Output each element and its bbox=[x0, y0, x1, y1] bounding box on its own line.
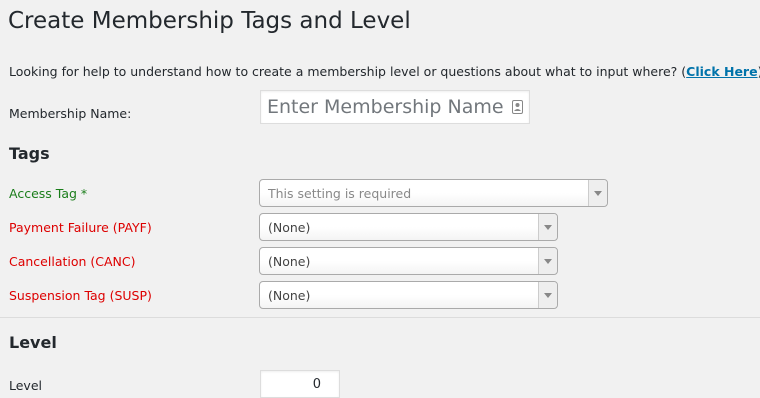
access-tag-value: This setting is required bbox=[268, 185, 412, 201]
membership-name-label: Membership Name: bbox=[9, 106, 132, 121]
membership-name-placeholder: Enter Membership Name bbox=[267, 96, 504, 118]
suspension-tag-value: (None) bbox=[268, 287, 311, 303]
chevron-down-icon[interactable] bbox=[538, 248, 557, 274]
help-link[interactable]: Click Here bbox=[686, 64, 757, 79]
payment-failure-select[interactable]: (None) bbox=[259, 213, 558, 241]
level-label: Level bbox=[9, 378, 42, 393]
cancellation-label: Cancellation (CANC) bbox=[9, 254, 136, 269]
chevron-down-icon[interactable] bbox=[588, 180, 607, 206]
help-text: Looking for help to understand how to cr… bbox=[9, 64, 760, 79]
required-mark: * bbox=[76, 186, 88, 201]
access-tag-select[interactable]: This setting is required bbox=[259, 179, 608, 207]
tags-heading: Tags bbox=[9, 144, 50, 163]
cancellation-value: (None) bbox=[268, 253, 311, 269]
suspension-tag-label: Suspension Tag (SUSP) bbox=[9, 288, 152, 303]
level-input[interactable]: 0 bbox=[260, 370, 340, 398]
page-title: Create Membership Tags and Level bbox=[8, 8, 411, 34]
level-heading: Level bbox=[9, 333, 57, 352]
suspension-tag-select[interactable]: (None) bbox=[259, 281, 558, 309]
chevron-down-icon[interactable] bbox=[538, 282, 557, 308]
payment-failure-value: (None) bbox=[268, 219, 311, 235]
section-divider bbox=[0, 317, 760, 318]
membership-name-input[interactable]: Enter Membership Name bbox=[260, 90, 530, 124]
payment-failure-label: Payment Failure (PAYF) bbox=[9, 220, 152, 235]
access-tag-label-text: Access Tag bbox=[9, 186, 77, 201]
cancellation-select[interactable]: (None) bbox=[259, 247, 558, 275]
contact-card-icon[interactable] bbox=[511, 100, 523, 115]
chevron-down-icon[interactable] bbox=[538, 214, 557, 240]
access-tag-label: Access Tag * bbox=[9, 186, 87, 201]
help-text-body: Looking for help to understand how to cr… bbox=[9, 64, 687, 79]
